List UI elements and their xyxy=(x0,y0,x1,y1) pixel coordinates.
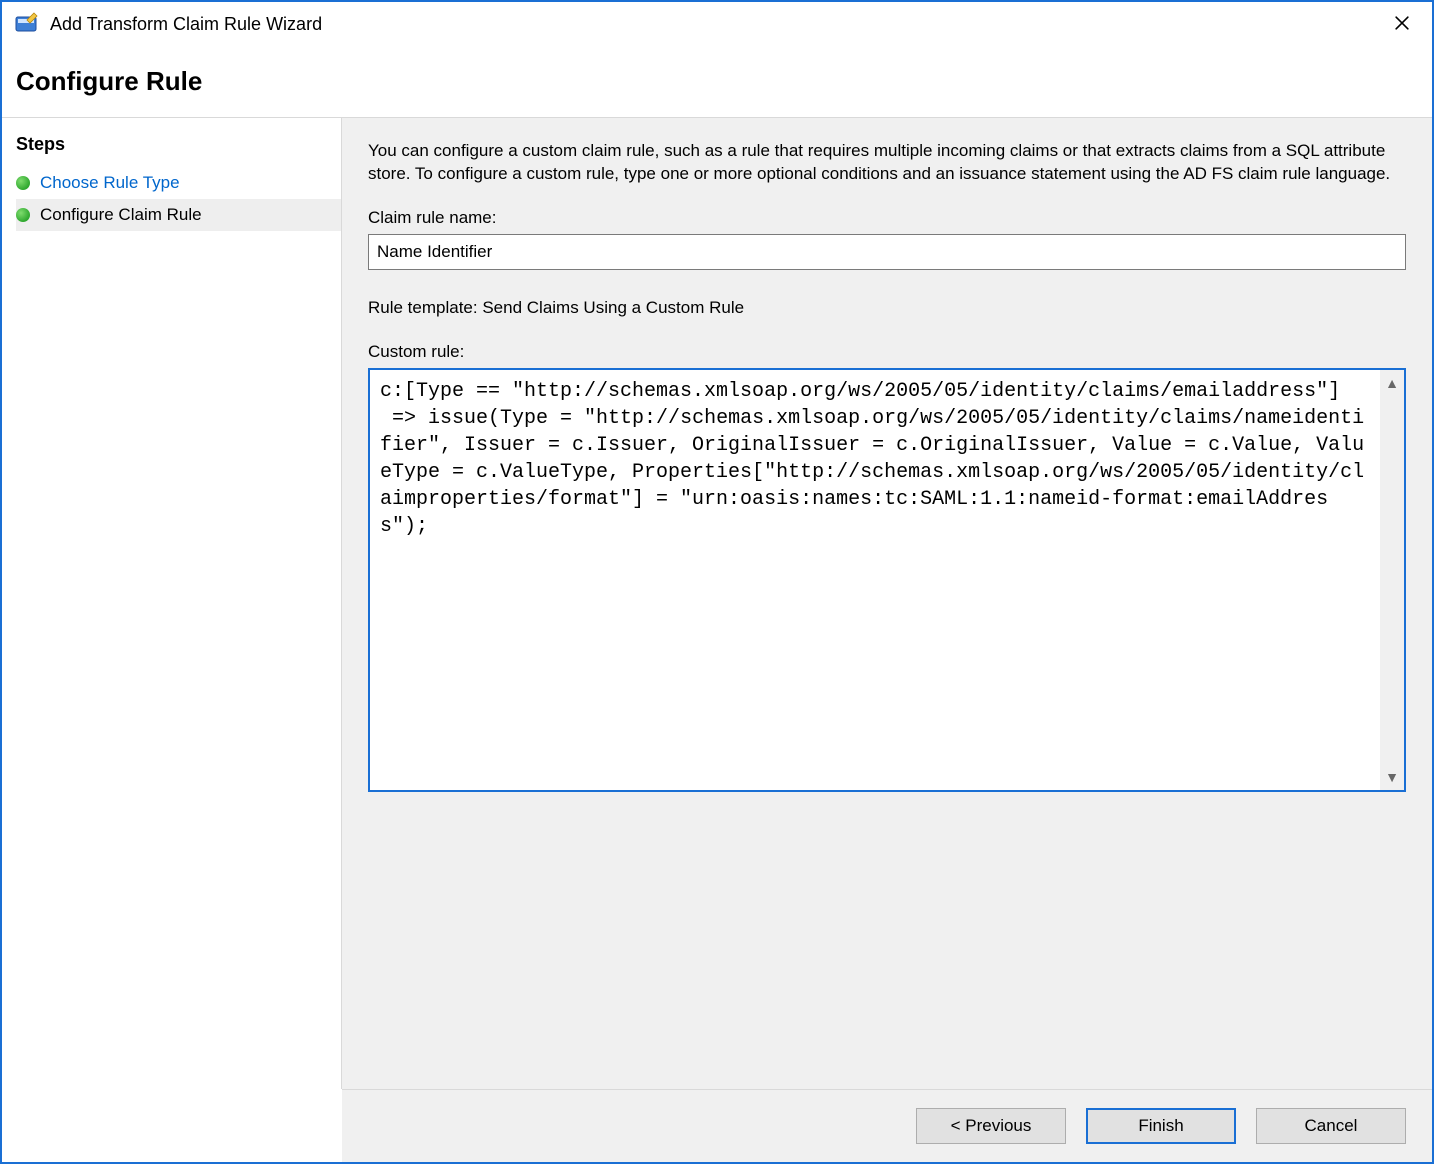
finish-button[interactable]: Finish xyxy=(1086,1108,1236,1144)
step-choose-rule-type[interactable]: Choose Rule Type xyxy=(16,167,341,199)
footer: < Previous Finish Cancel xyxy=(342,1089,1432,1162)
custom-rule-textarea[interactable] xyxy=(370,370,1380,790)
previous-button[interactable]: < Previous xyxy=(916,1108,1066,1144)
scroll-up-icon: ▲ xyxy=(1385,376,1399,390)
textarea-scrollbar[interactable]: ▲ ▼ xyxy=(1380,370,1404,790)
claim-rule-name-label: Claim rule name: xyxy=(368,208,1406,228)
wizard-icon xyxy=(14,11,40,37)
custom-rule-container: ▲ ▼ xyxy=(368,368,1406,792)
step-label: Choose Rule Type xyxy=(40,173,180,193)
close-button[interactable] xyxy=(1378,6,1426,42)
content-panel: You can configure a custom claim rule, s… xyxy=(342,118,1432,1089)
scroll-down-icon: ▼ xyxy=(1385,770,1399,784)
body: Steps Choose Rule Type Configure Claim R… xyxy=(2,117,1432,1162)
page-title: Configure Rule xyxy=(2,46,1432,117)
wizard-window: Add Transform Claim Rule Wizard Configur… xyxy=(0,0,1434,1164)
intro-text: You can configure a custom claim rule, s… xyxy=(368,140,1406,186)
titlebar: Add Transform Claim Rule Wizard xyxy=(2,2,1432,46)
window-title: Add Transform Claim Rule Wizard xyxy=(50,14,1378,35)
steps-heading: Steps xyxy=(16,134,341,155)
custom-rule-label: Custom rule: xyxy=(368,342,1406,362)
steps-panel: Steps Choose Rule Type Configure Claim R… xyxy=(2,118,342,1089)
step-bullet-icon xyxy=(16,208,30,222)
cancel-button[interactable]: Cancel xyxy=(1256,1108,1406,1144)
rule-template-label: Rule template: Send Claims Using a Custo… xyxy=(368,298,1406,318)
main-row: Steps Choose Rule Type Configure Claim R… xyxy=(2,117,1432,1089)
step-bullet-icon xyxy=(16,176,30,190)
claim-rule-name-input[interactable] xyxy=(368,234,1406,270)
close-icon xyxy=(1395,13,1409,36)
step-configure-claim-rule[interactable]: Configure Claim Rule xyxy=(16,199,341,231)
step-label: Configure Claim Rule xyxy=(40,205,202,225)
